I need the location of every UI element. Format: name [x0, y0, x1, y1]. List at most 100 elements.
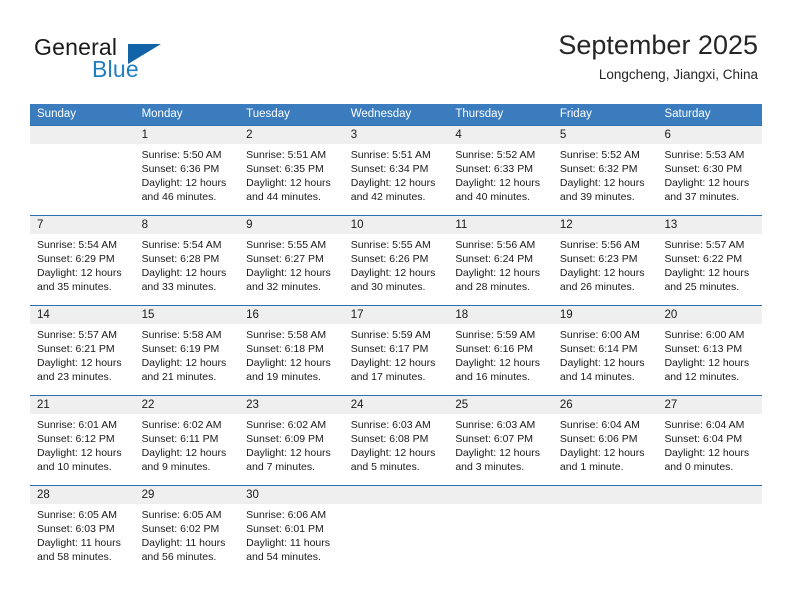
sunrise-line: Sunrise: 5:55 AM [246, 239, 327, 251]
day-cell[interactable] [448, 504, 553, 575]
day-cell[interactable]: Sunrise: 5:52 AM Sunset: 6:33 PM Dayligh… [448, 144, 553, 215]
day-cell[interactable]: Sunrise: 5:59 AM Sunset: 6:16 PM Dayligh… [448, 324, 553, 395]
sunrise-line: Sunrise: 5:56 AM [559, 239, 640, 251]
sunset-line: Sunset: 6:35 PM [246, 163, 324, 176]
day-cell[interactable]: Sunrise: 5:54 AM Sunset: 6:29 PM Dayligh… [30, 234, 135, 305]
day-number[interactable]: 27 [657, 396, 762, 414]
day-number[interactable]: 7 [30, 216, 135, 234]
daylight-line-1: Daylight: 12 hours [246, 177, 331, 190]
day-number[interactable]: 22 [135, 396, 240, 414]
day-number[interactable]: 9 [239, 216, 344, 234]
day-number[interactable] [448, 486, 553, 504]
day-number[interactable]: 14 [30, 306, 135, 324]
day-number[interactable]: 15 [135, 306, 240, 324]
sunrise-line: Sunrise: 6:06 AM [246, 509, 327, 521]
day-cell[interactable]: Sunrise: 5:56 AM Sunset: 6:23 PM Dayligh… [553, 234, 658, 305]
day-cell[interactable]: Sunrise: 5:55 AM Sunset: 6:26 PM Dayligh… [344, 234, 449, 305]
daylight-line-1: Daylight: 12 hours [246, 447, 331, 460]
day-number[interactable]: 28 [30, 486, 135, 504]
day-number[interactable] [344, 486, 449, 504]
daylight-line-2: and 28 minutes. [455, 281, 531, 294]
day-number[interactable] [30, 126, 135, 144]
sunset-line: Sunset: 6:12 PM [37, 433, 115, 446]
day-number[interactable]: 16 [239, 306, 344, 324]
day-cell[interactable]: Sunrise: 5:56 AM Sunset: 6:24 PM Dayligh… [448, 234, 553, 305]
day-number[interactable] [553, 486, 658, 504]
day-number[interactable] [657, 486, 762, 504]
daylight-line-2: and 54 minutes. [246, 551, 321, 564]
day-number[interactable]: 12 [553, 216, 658, 234]
day-cell[interactable]: Sunrise: 6:00 AM Sunset: 6:13 PM Dayligh… [657, 324, 762, 395]
day-number[interactable]: 24 [344, 396, 449, 414]
day-cell[interactable]: Sunrise: 6:05 AM Sunset: 6:03 PM Dayligh… [30, 504, 135, 575]
day-cell[interactable]: Sunrise: 6:03 AM Sunset: 6:08 PM Dayligh… [344, 414, 449, 485]
day-cell[interactable]: Sunrise: 6:02 AM Sunset: 6:11 PM Dayligh… [135, 414, 240, 485]
day-cell[interactable]: Sunrise: 6:06 AM Sunset: 6:01 PM Dayligh… [239, 504, 344, 575]
daylight-line-2: and 14 minutes. [559, 371, 635, 384]
sunrise-line: Sunrise: 6:05 AM [37, 509, 117, 521]
day-cell[interactable] [657, 504, 762, 575]
day-cell[interactable]: Sunrise: 6:02 AM Sunset: 6:09 PM Dayligh… [239, 414, 344, 485]
day-cell[interactable]: Sunrise: 5:54 AM Sunset: 6:28 PM Dayligh… [135, 234, 240, 305]
day-cell[interactable]: Sunrise: 6:04 AM Sunset: 6:06 PM Dayligh… [553, 414, 658, 485]
day-number[interactable]: 13 [657, 216, 762, 234]
date-number-band: 7 8 9 10 11 12 13 [30, 216, 762, 234]
sunrise-line: Sunrise: 6:03 AM [455, 419, 536, 431]
day-cell[interactable]: Sunrise: 6:03 AM Sunset: 6:07 PM Dayligh… [448, 414, 553, 485]
day-cell[interactable]: Sunrise: 5:52 AM Sunset: 6:32 PM Dayligh… [553, 144, 658, 215]
day-number[interactable]: 25 [448, 396, 553, 414]
day-cell[interactable]: Sunrise: 6:05 AM Sunset: 6:02 PM Dayligh… [135, 504, 240, 575]
daylight-line-1: Daylight: 12 hours [455, 357, 540, 370]
day-cell[interactable]: Sunrise: 5:51 AM Sunset: 6:34 PM Dayligh… [344, 144, 449, 215]
day-cell[interactable] [344, 504, 449, 575]
day-cell[interactable]: Sunrise: 5:55 AM Sunset: 6:27 PM Dayligh… [239, 234, 344, 305]
daylight-line-1: Daylight: 12 hours [455, 267, 540, 280]
brand-logo[interactable]: General Blue [34, 34, 214, 86]
day-cell[interactable]: Sunrise: 6:04 AM Sunset: 6:04 PM Dayligh… [657, 414, 762, 485]
daylight-line-1: Daylight: 12 hours [664, 357, 750, 370]
day-number[interactable]: 5 [553, 126, 658, 144]
day-cell[interactable]: Sunrise: 6:01 AM Sunset: 6:12 PM Dayligh… [30, 414, 135, 485]
day-number[interactable]: 1 [135, 126, 240, 144]
day-number[interactable]: 26 [553, 396, 658, 414]
day-number[interactable]: 3 [344, 126, 449, 144]
day-number[interactable]: 30 [239, 486, 344, 504]
week-row: 1 2 3 4 5 6 Sunrise: 5:50 AM Sunset: 6:3… [30, 125, 762, 215]
sunset-line: Sunset: 6:03 PM [37, 523, 115, 536]
day-cell[interactable]: Sunrise: 5:50 AM Sunset: 6:36 PM Dayligh… [135, 144, 240, 215]
day-detail-band: Sunrise: 5:50 AM Sunset: 6:36 PM Dayligh… [30, 144, 762, 215]
daylight-line-1: Daylight: 12 hours [559, 267, 645, 280]
day-number[interactable]: 4 [448, 126, 553, 144]
sunrise-line: Sunrise: 5:55 AM [350, 239, 431, 251]
day-number[interactable]: 19 [553, 306, 658, 324]
day-number[interactable]: 11 [448, 216, 553, 234]
weekday-header-tuesday: Tuesday [246, 108, 290, 120]
day-number[interactable]: 18 [448, 306, 553, 324]
daylight-line-1: Daylight: 12 hours [455, 447, 540, 460]
day-cell[interactable]: Sunrise: 5:57 AM Sunset: 6:22 PM Dayligh… [657, 234, 762, 305]
weekday-header-saturday: Saturday [664, 108, 711, 120]
sunset-line: Sunset: 6:36 PM [141, 163, 220, 176]
day-cell[interactable]: Sunrise: 5:51 AM Sunset: 6:35 PM Dayligh… [239, 144, 344, 215]
daylight-line-2: and 40 minutes. [455, 191, 531, 204]
day-number[interactable]: 10 [344, 216, 449, 234]
day-number[interactable]: 23 [239, 396, 344, 414]
day-number[interactable]: 17 [344, 306, 449, 324]
day-cell[interactable]: Sunrise: 5:53 AM Sunset: 6:30 PM Dayligh… [657, 144, 762, 215]
day-cell[interactable]: Sunrise: 5:59 AM Sunset: 6:17 PM Dayligh… [344, 324, 449, 395]
day-number[interactable]: 6 [657, 126, 762, 144]
day-cell[interactable] [553, 504, 658, 575]
day-cell[interactable]: Sunrise: 5:58 AM Sunset: 6:18 PM Dayligh… [239, 324, 344, 395]
day-number[interactable]: 21 [30, 396, 135, 414]
sunset-line: Sunset: 6:02 PM [141, 523, 220, 536]
day-cell[interactable] [30, 144, 135, 215]
day-number[interactable]: 8 [135, 216, 240, 234]
day-number[interactable]: 2 [239, 126, 344, 144]
day-number[interactable]: 29 [135, 486, 240, 504]
day-number[interactable]: 20 [657, 306, 762, 324]
day-cell[interactable]: Sunrise: 5:58 AM Sunset: 6:19 PM Dayligh… [135, 324, 240, 395]
day-cell[interactable]: Sunrise: 5:57 AM Sunset: 6:21 PM Dayligh… [30, 324, 135, 395]
day-cell[interactable]: Sunrise: 6:00 AM Sunset: 6:14 PM Dayligh… [553, 324, 658, 395]
daylight-line-2: and 1 minute. [559, 461, 624, 474]
daylight-line-1: Daylight: 12 hours [246, 357, 331, 370]
